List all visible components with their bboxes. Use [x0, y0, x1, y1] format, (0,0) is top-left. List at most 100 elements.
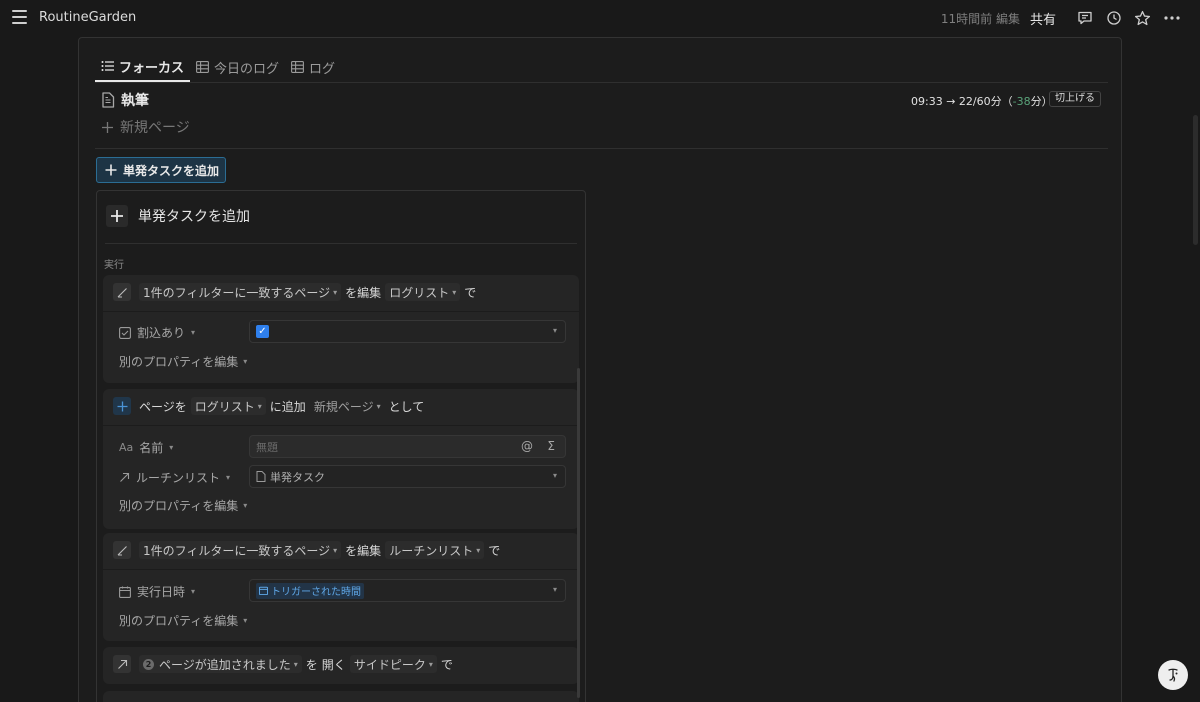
checked-checkbox[interactable]: ✓ [256, 325, 269, 338]
tab-label: ログ [309, 61, 336, 77]
panel-scrollbar[interactable] [577, 368, 580, 698]
database-selector[interactable]: ルーチンリスト ▾ [385, 541, 485, 559]
property-name: 実行日時 [137, 585, 186, 599]
table-icon [196, 61, 209, 73]
title-input[interactable]: 無題 @ Σ [249, 435, 566, 458]
open-arrow-icon [113, 655, 131, 673]
suffix-text: で [464, 285, 477, 300]
chevron-down-icon: ▾ [243, 501, 248, 510]
chevron-down-icon: ▾ [428, 659, 433, 669]
list-icon [101, 61, 114, 71]
relation-value: 単発タスク [270, 470, 325, 484]
edit-other-property[interactable]: 別のプロパティを編集 ▾ [119, 353, 247, 370]
chevron-down-icon: ▾ [376, 401, 381, 411]
menu-icon[interactable] [12, 10, 27, 24]
property-name-field[interactable]: Aa 名前 ▾ [119, 439, 173, 456]
topbar-actions: 11時間前 編集 共有 [941, 6, 1186, 30]
app-title: RoutineGarden [39, 10, 137, 25]
edit-other-label: 別のプロパティを編集 [119, 355, 239, 369]
open-mode-label: サイドピーク [353, 657, 426, 672]
filter-selector[interactable]: 1件のフィルターに一致するページ ▾ [139, 541, 342, 559]
suffix-text: として [388, 399, 425, 414]
checkbox-property-icon [119, 326, 131, 339]
action-header: ページを ログリスト ▾ に追加 新規ページ ▾ として [113, 397, 424, 415]
database-selector[interactable]: ログリスト ▾ [190, 397, 266, 415]
particle-text: を [305, 657, 318, 672]
chevron-down-icon: ▾ [552, 585, 557, 594]
relation-value-field[interactable]: 単発タスク ▾ [249, 465, 566, 488]
source-selector[interactable]: 2 ページが追加されました ▾ [139, 655, 302, 673]
tab-label: フォーカス [119, 60, 185, 76]
chevron-down-icon: ▾ [293, 659, 298, 669]
page-icon [102, 92, 115, 108]
tab-label: 今日のログ [214, 61, 280, 77]
page-scrollbar[interactable] [1193, 115, 1198, 245]
automation-title[interactable]: 単発タスクを追加 [138, 206, 250, 226]
section-divider [95, 148, 1108, 149]
trigger-time-label: トリガーされた時間 [271, 587, 361, 598]
star-icon[interactable] [1128, 6, 1157, 30]
chevron-down-icon: ▾ [257, 401, 262, 411]
trigger-time-tag[interactable]: トリガーされた時間 [256, 582, 364, 599]
database-view: フォーカス 今日のログ ログ 執筆 09:33 → 22/60分（-38分） 切… [78, 37, 1122, 702]
chevron-down-icon: ▾ [452, 287, 457, 297]
filter-selector[interactable]: 1件のフィルターに一致するページ ▾ [139, 283, 342, 301]
database-selector[interactable]: ログリスト ▾ [385, 283, 461, 301]
time-prefix: 09:33 → 22/60分（ [911, 95, 1013, 108]
tab-today-log[interactable]: 今日のログ [190, 52, 285, 82]
action-card-edit-routine: 1件のフィルターに一致するページ ▾ を編集 ルーチンリスト ▾ で 実行日時 ▾ … [103, 533, 579, 641]
automation-header: 単発タスクを追加 [106, 205, 250, 227]
title-placeholder: 無題 [256, 440, 278, 454]
chevron-down-icon: ▾ [191, 587, 196, 596]
edit-other-property[interactable]: 別のプロパティを編集 ▾ [119, 612, 247, 629]
action-header: 1件のフィルターに一致するページ ▾ を編集 ログリスト ▾ で [113, 283, 476, 301]
action-card-edit-log: 1件のフィルターに一致するページ ▾ を編集 ログリスト ▾ で 割込あり ▾ ✓ … [103, 275, 579, 383]
comment-icon[interactable] [1070, 6, 1099, 30]
chevron-down-icon: ▾ [333, 545, 338, 555]
step-badge: 2 [143, 658, 154, 670]
roundup-button[interactable]: 切上げる [1049, 91, 1101, 107]
property-interrupt[interactable]: 割込あり ▾ [119, 324, 195, 341]
template-selector[interactable]: 新規ページ ▾ [310, 397, 385, 415]
property-exec-datetime[interactable]: 実行日時 ▾ [119, 583, 195, 600]
chevron-down-icon: ▾ [552, 326, 557, 335]
card-divider [103, 311, 579, 312]
open-mode-selector[interactable]: サイドピーク ▾ [349, 655, 437, 673]
action-card-add-page: ページを ログリスト ▾ に追加 新規ページ ▾ として Aa 名前 ▾ 無題 @ … [103, 389, 579, 529]
new-page-button[interactable]: 新規ページ [101, 117, 190, 137]
property-routine-list[interactable]: ルーチンリスト ▾ [119, 469, 230, 486]
mention-icon[interactable]: @ [521, 439, 533, 453]
add-button-label: 単発タスクを追加 [123, 163, 220, 178]
template-label: 新規ページ [313, 399, 374, 414]
calendar-icon [259, 586, 268, 595]
new-page-label: 新規ページ [120, 120, 190, 136]
help-button[interactable] [1158, 660, 1188, 690]
edit-icon [113, 283, 131, 301]
edit-other-property[interactable]: 別のプロパティを編集 ▾ [119, 497, 247, 514]
suffix-text: で [488, 543, 501, 558]
page-row[interactable]: 執筆 [101, 90, 149, 110]
filter-label: 1件のフィルターに一致するページ [143, 543, 331, 558]
table-icon [291, 61, 304, 73]
add-single-task-button[interactable]: 単発タスクを追加 [96, 157, 226, 183]
section-label: 実行 [104, 260, 124, 271]
edit-other-label: 別のプロパティを編集 [119, 614, 239, 628]
suffix-text: で [440, 657, 453, 672]
verb-text: を編集 [345, 285, 382, 300]
tab-log[interactable]: ログ [285, 52, 341, 82]
card-divider [103, 569, 579, 570]
text-property-icon: Aa [119, 441, 134, 454]
database-label: ログリスト [389, 285, 450, 300]
chevron-down-icon: ▾ [191, 328, 196, 337]
action-header: 1件のフィルターに一致するページ ▾ を編集 ルーチンリスト ▾ で [113, 541, 500, 559]
share-button[interactable]: 共有 [1030, 9, 1056, 28]
plus-icon [102, 121, 113, 133]
tab-focus[interactable]: フォーカス [95, 52, 191, 82]
checkbox-value-field[interactable]: ✓ ▾ [249, 320, 566, 343]
more-icon[interactable] [1157, 6, 1186, 30]
property-name: ルーチンリスト [136, 471, 221, 485]
page-icon [256, 471, 266, 482]
datetime-value-field[interactable]: トリガーされた時間 ▾ [249, 579, 566, 602]
formula-icon[interactable]: Σ [547, 439, 555, 453]
history-icon[interactable] [1099, 6, 1128, 30]
